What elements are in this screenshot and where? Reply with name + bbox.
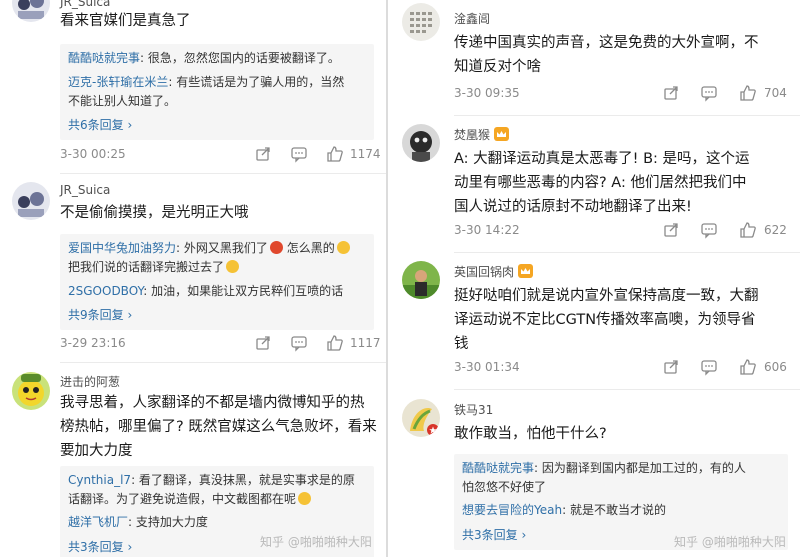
reply-text: : 加油，如果能让双方民粹们互喷的话 (143, 284, 344, 298)
like-count: 1174 (350, 147, 381, 161)
timestamp: 3-30 00:25 (60, 147, 126, 161)
laugh-emoji-icon (226, 260, 240, 273)
chevron-right-icon: › (521, 528, 527, 542)
avatar[interactable] (402, 261, 440, 299)
divider (454, 252, 800, 253)
thumbs-up-icon[interactable] (739, 84, 757, 102)
like-count: 606 (764, 360, 787, 374)
divider (454, 115, 800, 116)
avatar[interactable] (402, 3, 440, 41)
comment-icon[interactable] (290, 334, 308, 352)
crown-badge-icon (518, 264, 534, 278)
reply-user[interactable]: 想要去冒险的Yeah (462, 503, 562, 517)
smile-emoji-icon (336, 241, 350, 254)
reply-user[interactable]: 爱国中华兔加油努力 (68, 241, 176, 255)
avatar[interactable] (12, 0, 50, 22)
divider (60, 362, 386, 363)
like-count: 1117 (350, 336, 381, 350)
view-replies-link[interactable]: 共9条回复 › (68, 306, 366, 325)
comment-icon[interactable] (700, 358, 718, 376)
share-icon[interactable] (662, 84, 680, 102)
divider (60, 173, 386, 174)
reply-text: 怎么黑的 (282, 241, 335, 255)
timestamp: 3-30 14:22 (454, 223, 520, 237)
username[interactable]: 铁马31 (454, 401, 493, 418)
comment-text: 挺好哒咱们就是说内宣外宣保持高度一致，大翻 译运动说不定比CGTN传播效率高噢，… (454, 288, 759, 352)
comment-icon[interactable] (700, 221, 718, 239)
share-icon[interactable] (254, 334, 272, 352)
comment-text: 传递中国真实的声音，这是免费的大外宣啊，不 知道反对个啥 (454, 35, 759, 75)
reply-text: 把我们说的话翻译完搬过去了 (68, 260, 225, 274)
thumbs-up-icon[interactable] (739, 358, 757, 376)
share-icon[interactable] (254, 145, 272, 163)
comment-text: 看来官媒们是真急了 (60, 13, 191, 29)
username[interactable]: 焚凰猴 (454, 126, 510, 143)
timestamp: 3-30 01:34 (454, 360, 520, 374)
watermark: 知乎 @啪啪啪种大阳 (674, 535, 786, 549)
like-count: 704 (764, 86, 787, 100)
reply-text: : 外网又黑我们了 (176, 241, 268, 255)
crown-badge-icon (494, 127, 510, 141)
reply-text: : 很急，忽然您国内的话要被翻译了。 (140, 51, 340, 65)
thumbs-up-icon[interactable] (326, 334, 344, 352)
username[interactable]: 淦鑫阊 (454, 10, 490, 27)
chevron-right-icon: › (127, 308, 133, 322)
reply-text: 不能让别人知道了。 (68, 94, 177, 108)
comment-text: 我寻思着，人家翻译的不都是墙内微博知乎的热 榜热帖，哪里偏了? 既然官媒这么气急… (60, 395, 377, 459)
comment-icon[interactable] (700, 84, 718, 102)
reply-user[interactable]: Cynthia_l7 (68, 473, 131, 487)
comment-text: A: 大翻译运动真是太恶毒了! B: 是吗，这个运 动里有哪些恶毒的内容? A:… (454, 151, 750, 215)
comment-text: 敢作敢当，怕他干什么? (454, 426, 607, 442)
avatar[interactable] (402, 399, 440, 437)
username[interactable]: JR_Suica (60, 0, 110, 9)
timestamp: 3-30 09:35 (454, 86, 520, 100)
right-comment-panel: 淦鑫阊 传递中国真实的声音，这是免费的大外宣啊，不 知道反对个啥 3-30 09… (388, 0, 800, 557)
comment-meta: 3-30 00:25 1174 (60, 145, 381, 165)
comment-icon[interactable] (290, 145, 308, 163)
comment-text: 不是偷偷摸摸，是光明正大哦 (60, 205, 249, 221)
chevron-right-icon: › (127, 118, 133, 132)
comment-meta: 3-30 01:34 606 (454, 358, 788, 378)
watermark: 知乎 @啪啪啪种大阳 (260, 535, 372, 549)
reply-text: : 有些谎话是为了骗人用的，当然 (168, 75, 345, 89)
sweat-emoji-icon (298, 492, 312, 505)
like-count: 622 (764, 223, 787, 237)
thumbs-up-icon[interactable] (326, 145, 344, 163)
reply-box[interactable]: 酷酷哒就完事: 很急，忽然您国内的话要被翻译了。 迈克-张轩瑜在米兰: 有些谎话… (60, 44, 374, 140)
avatar[interactable] (12, 372, 50, 410)
username[interactable]: 进击的阿葱 (60, 373, 120, 390)
share-icon[interactable] (662, 358, 680, 376)
chevron-right-icon: › (127, 540, 133, 554)
avatar[interactable] (402, 124, 440, 162)
avatar[interactable] (12, 182, 50, 220)
comment-meta: 3-30 14:22 622 (454, 221, 788, 241)
angry-emoji-icon (269, 241, 283, 254)
reply-text: 话翻译。为了避免说造假，中文截图都在呢 (68, 492, 297, 506)
reply-text: : 就是不敢当才说的 (562, 503, 666, 517)
reply-text: : 支持加大力度 (128, 515, 208, 529)
thumbs-up-icon[interactable] (739, 221, 757, 239)
reply-text: : 看了翻译，真没抹黑，就是实事求是的原 (131, 473, 355, 487)
share-icon[interactable] (662, 221, 680, 239)
timestamp: 3-29 23:16 (60, 336, 126, 350)
reply-user[interactable]: 酷酷哒就完事 (462, 461, 534, 475)
comment-meta: 3-29 23:16 1117 (60, 334, 381, 354)
divider (454, 389, 800, 390)
reply-text: : 因为翻译到国内都是加工过的，有的人 (534, 461, 746, 475)
reply-user[interactable]: 酷酷哒就完事 (68, 51, 140, 65)
reply-user[interactable]: 越洋飞机厂 (68, 515, 128, 529)
username[interactable]: JR_Suica (60, 183, 110, 197)
reply-user[interactable]: 2SGOODBOY (68, 284, 143, 298)
left-comment-panel: JR_Suica 看来官媒们是真急了 酷酷哒就完事: 很急，忽然您国内的话要被翻… (0, 0, 386, 557)
comment-meta: 3-30 09:35 704 (454, 84, 788, 104)
reply-user[interactable]: 迈克-张轩瑜在米兰 (68, 75, 168, 89)
reply-text: 怕忽悠不好使了 (462, 480, 547, 494)
reply-box[interactable]: 爱国中华兔加油努力: 外网又黑我们了 怎么黑的 把我们说的话翻译完搬过去了 2S… (60, 234, 374, 330)
view-replies-link[interactable]: 共6条回复 › (68, 116, 366, 135)
username[interactable]: 英国回锅肉 (454, 263, 534, 280)
